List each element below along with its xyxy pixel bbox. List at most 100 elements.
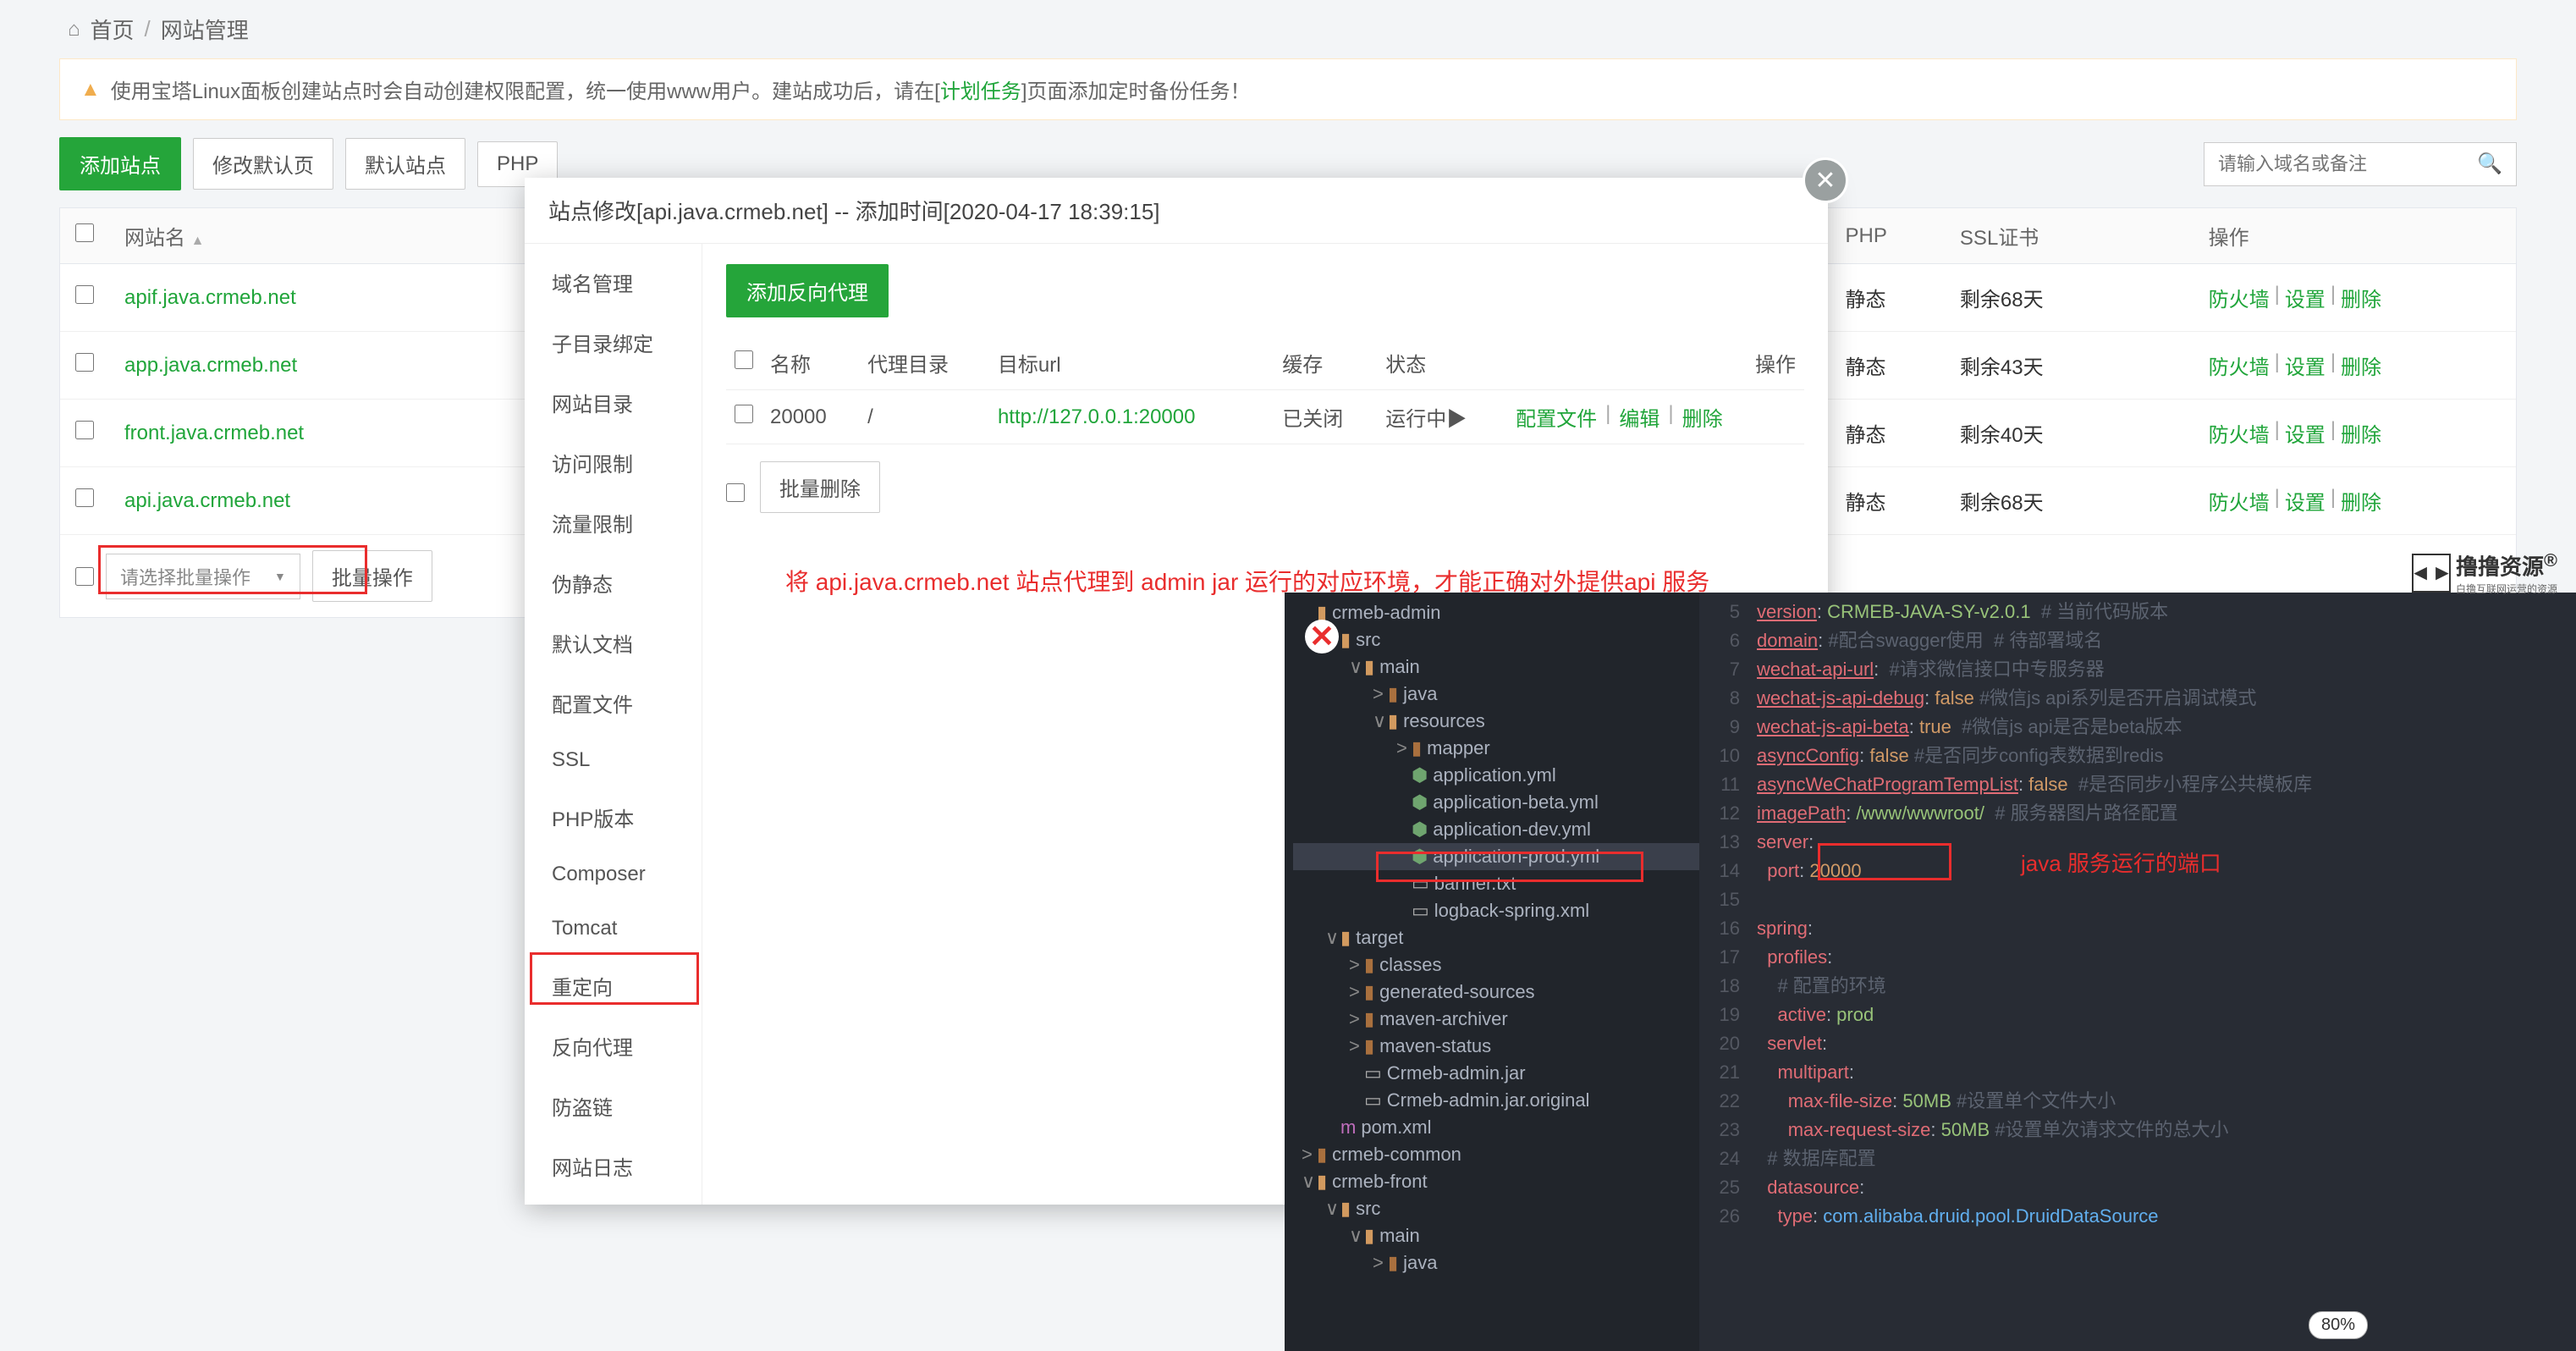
proxy-row-checkbox[interactable] — [735, 405, 753, 423]
modal-side-item[interactable]: Tomcat — [525, 902, 702, 956]
row-checkbox[interactable] — [75, 353, 94, 372]
php-cell[interactable]: 静态 — [1830, 332, 1945, 400]
tree-item[interactable]: ⬢application-dev.yml — [1293, 816, 1699, 843]
modal-side-item[interactable]: 访问限制 — [525, 433, 702, 493]
proxy-del-link[interactable]: 删除 — [1682, 402, 1723, 432]
modal-side-item[interactable]: 域名管理 — [525, 252, 702, 312]
tree-item[interactable]: ▭banner.txt — [1293, 870, 1699, 897]
modal-side-item[interactable]: 子目录绑定 — [525, 312, 702, 372]
search-box[interactable]: 🔍 — [2204, 142, 2517, 186]
tree-item[interactable]: >▮mapper — [1293, 735, 1699, 762]
tree-item[interactable]: ⬢application-beta.yml — [1293, 789, 1699, 816]
settings-link[interactable]: 设置 — [2285, 283, 2326, 312]
tree-item[interactable]: ∨▮main — [1293, 1222, 1699, 1249]
tree-item[interactable]: ∨▮resources — [1293, 708, 1699, 735]
modal-side-item[interactable]: 网站目录 — [525, 372, 702, 433]
modal-close-button[interactable]: ✕ — [1803, 157, 1848, 203]
tree-item-label: application-beta.yml — [1433, 791, 1599, 813]
site-link[interactable]: api.java.crmeb.net — [124, 489, 290, 512]
tree-item[interactable]: ▭logback-spring.xml — [1293, 897, 1699, 924]
site-link[interactable]: apif.java.crmeb.net — [124, 286, 296, 309]
modal-side-item[interactable]: 网站日志 — [525, 1136, 702, 1196]
file-tree[interactable]: ▮crmeb-admin∨▮src∨▮main>▮java∨▮resources… — [1285, 593, 1699, 1351]
row-checkbox[interactable] — [75, 285, 94, 304]
modal-side-item[interactable]: SSL — [525, 733, 702, 787]
tree-item[interactable]: >▮maven-status — [1293, 1033, 1699, 1060]
modal-side-item[interactable]: 默认文档 — [525, 613, 702, 673]
alert-link[interactable]: 计划任务 — [940, 80, 1021, 103]
modal-side-item[interactable]: 配置文件 — [525, 673, 702, 733]
annotation-port: java 服务运行的端口 — [2021, 846, 2221, 878]
proxy-conf-link[interactable]: 配置文件 — [1516, 402, 1597, 432]
php-cell[interactable]: 静态 — [1830, 264, 1945, 332]
modal-side-item[interactable]: PHP版本 — [525, 787, 702, 847]
tree-item[interactable]: ∨▮crmeb-front — [1293, 1168, 1699, 1195]
tree-item[interactable]: >▮maven-archiver — [1293, 1006, 1699, 1033]
row-checkbox[interactable] — [75, 421, 94, 439]
select-all-checkbox[interactable] — [75, 223, 94, 242]
modal-side-item[interactable]: 流量限制 — [525, 493, 702, 553]
firewall-link[interactable]: 防火墙 — [2209, 418, 2270, 448]
tree-item[interactable]: >▮java — [1293, 681, 1699, 708]
col-site-name[interactable]: 网站名 ▲ — [109, 208, 443, 264]
proxy-edit-link[interactable]: 编辑 — [1619, 402, 1660, 432]
bulk-delete-button[interactable]: 批量删除 — [760, 461, 880, 513]
search-icon[interactable]: 🔍 — [2477, 152, 2502, 176]
firewall-link[interactable]: 防火墙 — [2209, 486, 2270, 516]
modal-side-item[interactable]: 重定向 — [525, 956, 702, 1016]
php-cell[interactable]: 静态 — [1830, 467, 1945, 535]
row-checkbox[interactable] — [75, 488, 94, 507]
firewall-link[interactable]: 防火墙 — [2209, 350, 2270, 380]
tree-item[interactable]: >▮java — [1293, 1249, 1699, 1277]
tree-item[interactable]: ⬢application.yml — [1293, 762, 1699, 789]
proxy-url[interactable]: http://127.0.0.1:20000 — [998, 405, 1196, 428]
modal-side-item[interactable]: 伪静态 — [525, 553, 702, 613]
code-content[interactable]: version: CRMEB-JAVA-SY-v2.0.1 # 当前代码版本do… — [1750, 593, 2576, 1351]
delete-link[interactable]: 删除 — [2341, 283, 2381, 312]
search-input[interactable] — [2218, 153, 2477, 175]
tree-item[interactable]: ∨▮src — [1293, 1195, 1699, 1222]
tree-item[interactable]: ▭Crmeb-admin.jar.original — [1293, 1087, 1699, 1114]
overlay-close-red[interactable]: ✕ — [1305, 620, 1339, 653]
tree-item[interactable]: ∨▮src — [1293, 626, 1699, 653]
site-link[interactable]: front.java.crmeb.net — [124, 422, 304, 444]
settings-link[interactable]: 设置 — [2285, 486, 2326, 516]
tree-item-label: logback-spring.xml — [1434, 900, 1589, 922]
tree-item[interactable]: mpom.xml — [1293, 1114, 1699, 1141]
proxy-status[interactable]: 运行中▶ — [1377, 390, 1507, 444]
batch-action-button[interactable]: 批量操作 — [312, 550, 432, 602]
breadcrumb-home[interactable]: 首页 — [91, 14, 135, 45]
settings-link[interactable]: 设置 — [2285, 418, 2326, 448]
modify-default-page-button[interactable]: 修改默认页 — [193, 138, 333, 190]
folder-icon: ▮ — [1317, 1144, 1327, 1166]
tree-item[interactable]: ▮crmeb-admin — [1293, 599, 1699, 626]
settings-link[interactable]: 设置 — [2285, 350, 2326, 380]
folder-open-icon: ▮ — [1340, 1198, 1351, 1220]
delete-link[interactable]: 删除 — [2341, 418, 2381, 448]
add-reverse-proxy-button[interactable]: 添加反向代理 — [726, 264, 889, 317]
tree-item[interactable]: ∨▮main — [1293, 653, 1699, 681]
modal-side-item[interactable]: 反向代理 — [525, 1016, 702, 1076]
modal-side-item[interactable]: 防盗链 — [525, 1076, 702, 1136]
site-link[interactable]: app.java.crmeb.net — [124, 354, 297, 377]
tree-item[interactable]: >▮classes — [1293, 951, 1699, 979]
tree-item[interactable]: ▭Crmeb-admin.jar — [1293, 1060, 1699, 1087]
file-icon: ⬢ — [1412, 819, 1428, 841]
delete-link[interactable]: 删除 — [2341, 486, 2381, 516]
modal-side-item[interactable]: Composer — [525, 847, 702, 902]
delete-link[interactable]: 删除 — [2341, 350, 2381, 380]
proxy-cache[interactable]: 已关闭 — [1274, 390, 1377, 444]
batch-select[interactable]: 请选择批量操作 ▼ — [106, 554, 300, 599]
firewall-link[interactable]: 防火墙 — [2209, 283, 2270, 312]
tree-item[interactable]: ⬢application-prod.yml — [1293, 843, 1699, 870]
proxy-select-all[interactable] — [735, 350, 753, 369]
default-site-button[interactable]: 默认站点 — [345, 138, 465, 190]
tree-item[interactable]: >▮generated-sources — [1293, 979, 1699, 1006]
add-site-button[interactable]: 添加站点 — [59, 137, 181, 190]
tree-item-label: banner.txt — [1434, 873, 1516, 895]
tree-item[interactable]: ∨▮target — [1293, 924, 1699, 951]
batch-checkbox[interactable] — [75, 567, 94, 586]
bulk-del-checkbox[interactable] — [726, 483, 745, 502]
tree-item[interactable]: >▮crmeb-common — [1293, 1141, 1699, 1168]
php-cell[interactable]: 静态 — [1830, 400, 1945, 467]
